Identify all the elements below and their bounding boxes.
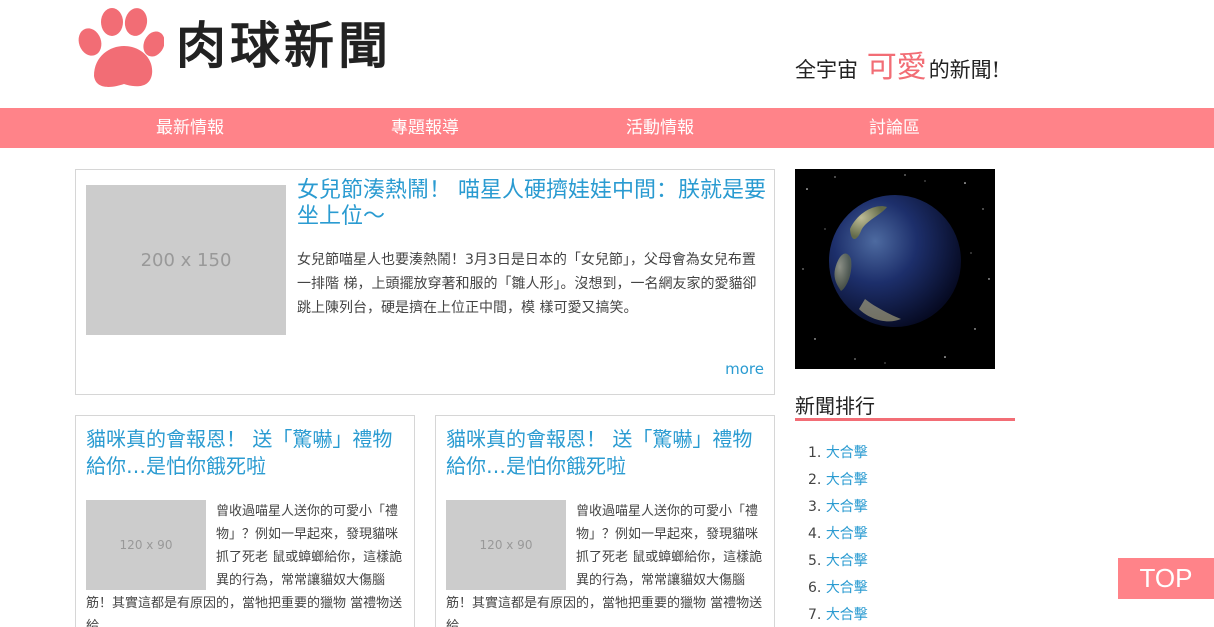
featured-excerpt: 女兒節喵星人也要湊熱鬧！3月3日是日本的「女兒節」，父母會為女兒布置一排階 梯，… bbox=[297, 252, 757, 316]
featured-title-link[interactable]: 女兒節湊熱鬧！ 喵星人硬擠娃娃中間：朕就是要坐上位～ bbox=[297, 178, 767, 230]
ranking-link[interactable]: 大合擊 bbox=[826, 580, 868, 596]
main-nav: 最新情報 專題報導 活動情報 討論區 bbox=[0, 108, 1214, 148]
ranking-link[interactable]: 大合擊 bbox=[826, 607, 868, 623]
ranking-link[interactable]: 大合擊 bbox=[826, 526, 868, 542]
site-header: 肉球新聞 全宇宙 可愛的新聞! bbox=[0, 0, 1214, 108]
ranking-item: 7. 大合擊 bbox=[808, 607, 868, 623]
article-card: 貓咪真的會報恩！ 送「驚嚇」禮物給你…是怕你餓死啦 120 x 90 曾收過喵星… bbox=[435, 415, 775, 627]
nav-item-latest[interactable]: 最新情報 bbox=[156, 108, 224, 148]
nav-item-forum[interactable]: 討論區 bbox=[869, 108, 920, 148]
card-excerpt-wrap: 曾收過喵星人送你的可愛小「禮物」？例如一早起來，發現貓咪抓了死老 鼠或蟑螂給你，… bbox=[86, 500, 406, 627]
ranking-list: 1. 大合擊 2. 大合擊 3. 大合擊 4. 大合擊 5. 大合擊 6. 大合… bbox=[808, 440, 868, 627]
more-link[interactable]: more bbox=[725, 360, 764, 378]
paw-logo-icon[interactable] bbox=[72, 6, 164, 90]
featured-image-placeholder[interactable]: 200 x 150 bbox=[86, 185, 286, 335]
ranking-item: 3. 大合擊 bbox=[808, 499, 868, 515]
ranking-underline bbox=[795, 418, 1015, 421]
earth-globe-icon bbox=[802, 174, 990, 364]
tagline-accent: 可愛 bbox=[866, 50, 927, 85]
ranking-item: 4. 大合擊 bbox=[808, 526, 868, 542]
earth-image bbox=[795, 169, 995, 369]
card-title-link[interactable]: 貓咪真的會報恩！ 送「驚嚇」禮物給你…是怕你餓死啦 bbox=[86, 426, 406, 480]
ranking-title: 新聞排行 bbox=[795, 394, 875, 418]
tagline-prefix: 全宇宙 bbox=[795, 58, 858, 82]
ranking-link[interactable]: 大合擊 bbox=[826, 553, 868, 569]
ranking-item: 5. 大合擊 bbox=[808, 553, 868, 569]
ranking-link[interactable]: 大合擊 bbox=[826, 445, 868, 461]
tagline-suffix: 的新聞! bbox=[928, 58, 1001, 82]
card-excerpt-wrap: 曾收過喵星人送你的可愛小「禮物」？例如一早起來，發現貓咪抓了死老 鼠或蟑螂給你，… bbox=[446, 500, 766, 627]
ranking-link[interactable]: 大合擊 bbox=[826, 472, 868, 488]
tagline: 全宇宙 可愛的新聞! bbox=[795, 42, 1000, 86]
ranking-item: 6. 大合擊 bbox=[808, 580, 868, 596]
nav-item-features[interactable]: 專題報導 bbox=[391, 108, 459, 148]
ranking-item: 2. 大合擊 bbox=[808, 472, 868, 488]
article-card: 貓咪真的會報恩！ 送「驚嚇」禮物給你…是怕你餓死啦 120 x 90 曾收過喵星… bbox=[75, 415, 415, 627]
ranking-link[interactable]: 大合擊 bbox=[826, 499, 868, 515]
site-title[interactable]: 肉球新聞 bbox=[176, 14, 392, 78]
card-title-link[interactable]: 貓咪真的會報恩！ 送「驚嚇」禮物給你…是怕你餓死啦 bbox=[446, 426, 766, 480]
nav-item-events[interactable]: 活動情報 bbox=[626, 108, 694, 148]
featured-article: 200 x 150 女兒節湊熱鬧！ 喵星人硬擠娃娃中間：朕就是要坐上位～ 女兒節… bbox=[75, 169, 775, 395]
ranking-item: 1. 大合擊 bbox=[808, 445, 868, 461]
back-to-top-button[interactable]: TOP bbox=[1118, 558, 1214, 599]
